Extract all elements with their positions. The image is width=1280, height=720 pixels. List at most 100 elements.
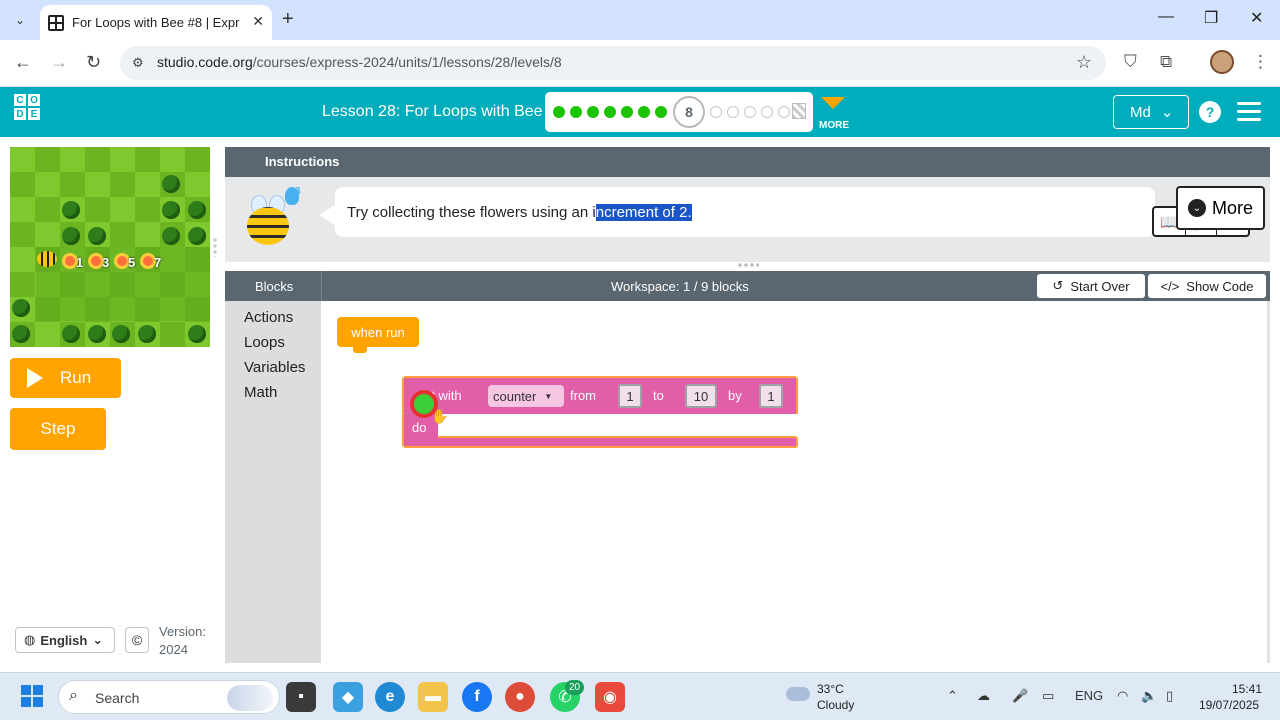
user-menu-button[interactable]: Md ⌄ [1113, 95, 1189, 129]
windows-start-icon[interactable] [21, 685, 43, 707]
extensions-icon[interactable]: ⧉ [1160, 52, 1172, 72]
flower-count: 3 [102, 255, 110, 270]
for-loop-block[interactable]: nt with counter ▼ from 1 to 10 by 1 do ✋ [402, 376, 798, 448]
to-value-input[interactable]: 10 [685, 384, 717, 408]
level-dot-completed[interactable] [570, 106, 582, 118]
power-icon[interactable]: ▯ [1166, 688, 1173, 704]
level-dot-incomplete[interactable] [744, 106, 756, 118]
browser-tab[interactable]: For Loops with Bee #8 | Express ✕ [40, 5, 272, 40]
more-instructions-button[interactable]: ⌄ More [1176, 186, 1265, 230]
clock-date[interactable]: 19/07/2025 [1199, 698, 1259, 712]
clock-time[interactable]: 15:41 [1232, 682, 1262, 696]
toolbox-category-math[interactable]: Math [244, 384, 277, 401]
current-level-bubble[interactable]: 8 [673, 96, 705, 128]
by-value-input[interactable]: 1 [759, 384, 783, 408]
when-run-block[interactable]: when run [337, 317, 419, 353]
toolbox-category-actions[interactable]: Actions [244, 309, 293, 326]
browser-toolbar: ← → ↻ ⚙ studio.code.org/courses/express-… [0, 40, 1280, 87]
tree-icon [138, 325, 156, 343]
level-dot-incomplete[interactable] [710, 106, 722, 118]
blockly-workspace[interactable]: when run nt with counter ▼ from 1 to 10 … [321, 301, 1270, 663]
weather-temperature[interactable]: 33°C [817, 682, 844, 696]
facebook-icon[interactable]: f [462, 682, 492, 712]
tab-close-icon[interactable]: ✕ [252, 13, 264, 30]
shield-icon[interactable]: ⛉ [1124, 52, 1137, 72]
code-icon: </> [1160, 278, 1180, 294]
lesson-title[interactable]: Lesson 28: For Loops with Bee [322, 103, 543, 121]
chrome-icon[interactable]: ● [505, 682, 535, 712]
search-icon: ⌕ [69, 687, 78, 704]
onedrive-icon[interactable]: ☁ [977, 688, 990, 704]
input-language[interactable]: ENG [1075, 688, 1103, 703]
reload-icon[interactable]: ↻ [86, 52, 101, 73]
toolbox-category-variables[interactable]: Variables [244, 359, 305, 376]
help-icon[interactable]: ? [1199, 101, 1221, 123]
step-button[interactable]: Step [10, 408, 106, 450]
code-org-logo[interactable]: C O D E [14, 94, 54, 120]
level-dot-incomplete[interactable] [778, 106, 790, 118]
volume-icon[interactable]: 🔈 [1141, 688, 1157, 704]
profile-avatar[interactable] [1210, 50, 1234, 74]
run-button[interactable]: Run [10, 358, 121, 398]
workspace-scrollbar[interactable] [1267, 301, 1270, 663]
minimize-icon[interactable]: — [1158, 8, 1174, 26]
tree-icon [112, 325, 130, 343]
level-dot-completed[interactable] [621, 106, 633, 118]
taskbar-search[interactable]: ⌕ Search [58, 680, 280, 714]
edge-icon[interactable]: e [375, 682, 405, 712]
browser-menu-icon[interactable]: ⋮ [1252, 52, 1269, 72]
level-dot-completed[interactable] [655, 106, 667, 118]
task-view-icon[interactable]: ▪ [286, 682, 316, 712]
level-dot-completed[interactable] [553, 106, 565, 118]
level-dot-incomplete[interactable] [727, 106, 739, 118]
instructions-header: Instructions [225, 147, 1270, 177]
app-icon[interactable]: ◆ [333, 682, 363, 712]
new-tab-icon[interactable]: + [282, 8, 294, 31]
level-dot-completed[interactable] [638, 106, 650, 118]
tree-icon [162, 227, 180, 245]
version-info: Version: 2024 [159, 624, 206, 657]
instruction-bubble: Try collecting these flowers using an in… [319, 187, 1250, 237]
level-dot-completed[interactable] [587, 106, 599, 118]
start-over-button[interactable]: ↺ Start Over [1037, 274, 1145, 298]
more-chevron-icon[interactable] [821, 97, 845, 109]
bookmark-star-icon[interactable]: ☆ [1076, 52, 1092, 73]
tree-icon [62, 325, 80, 343]
more-label[interactable]: MORE [819, 120, 849, 131]
level-dot-incomplete[interactable] [761, 106, 773, 118]
wifi-icon[interactable]: ◠ [1117, 688, 1128, 704]
tab-search-chevron-icon[interactable]: ⌄ [8, 8, 32, 32]
toolbox-category-loops[interactable]: Loops [244, 334, 285, 351]
address-bar[interactable]: ⚙ studio.code.org/courses/express-2024/u… [120, 46, 1106, 80]
tree-icon [162, 201, 180, 219]
site-info-icon[interactable]: ⚙ [132, 55, 144, 71]
microphone-icon[interactable]: 🎤 [1012, 688, 1028, 704]
workspace-block-count: Workspace: 1 / 9 blocks [611, 279, 749, 294]
copyright-icon[interactable]: © [125, 627, 149, 653]
for-loop-statement-slot[interactable] [438, 414, 798, 436]
browser-tab-bar: ⌄ For Loops with Bee #8 | Express ✕ + — … [0, 0, 1280, 40]
level-progress-bar: 8 [545, 92, 813, 132]
from-value-input[interactable]: 1 [618, 384, 642, 408]
window-close-icon[interactable]: ✕ [1250, 8, 1263, 28]
tree-icon [62, 201, 80, 219]
level-dot-completed[interactable] [604, 106, 616, 118]
tree-icon [188, 201, 206, 219]
language-select[interactable]: ◍ English ⌄ [15, 627, 115, 653]
cloud-icon[interactable] [786, 687, 810, 701]
panel-resize-handle[interactable] [213, 237, 217, 257]
restore-icon[interactable]: ❐ [1204, 8, 1218, 28]
finish-flag-icon[interactable] [792, 103, 806, 119]
forward-icon[interactable]: → [50, 52, 68, 73]
hamburger-menu-icon[interactable] [1237, 102, 1261, 126]
loop-variable-dropdown[interactable]: counter ▼ [488, 385, 564, 407]
tab-instructions[interactable]: Instructions [265, 154, 339, 169]
tray-chevron-up-icon[interactable]: ⌃ [947, 688, 958, 704]
battery-icon[interactable]: ▭ [1042, 688, 1054, 704]
weather-description[interactable]: Cloudy [817, 698, 854, 712]
show-code-button[interactable]: </> Show Code [1148, 274, 1266, 298]
recorder-icon[interactable]: ◉ [595, 682, 625, 712]
back-icon[interactable]: ← [14, 52, 32, 73]
file-explorer-icon[interactable]: ▬ [418, 682, 448, 712]
instructions-resize-handle[interactable] [737, 263, 759, 267]
